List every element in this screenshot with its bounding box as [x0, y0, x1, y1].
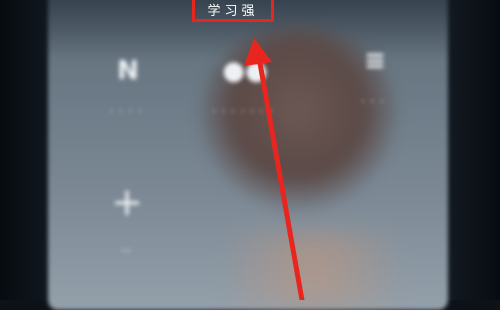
arrow-head	[244, 38, 272, 66]
arrow-shaft	[255, 49, 305, 300]
annotation-arrow	[244, 38, 305, 300]
